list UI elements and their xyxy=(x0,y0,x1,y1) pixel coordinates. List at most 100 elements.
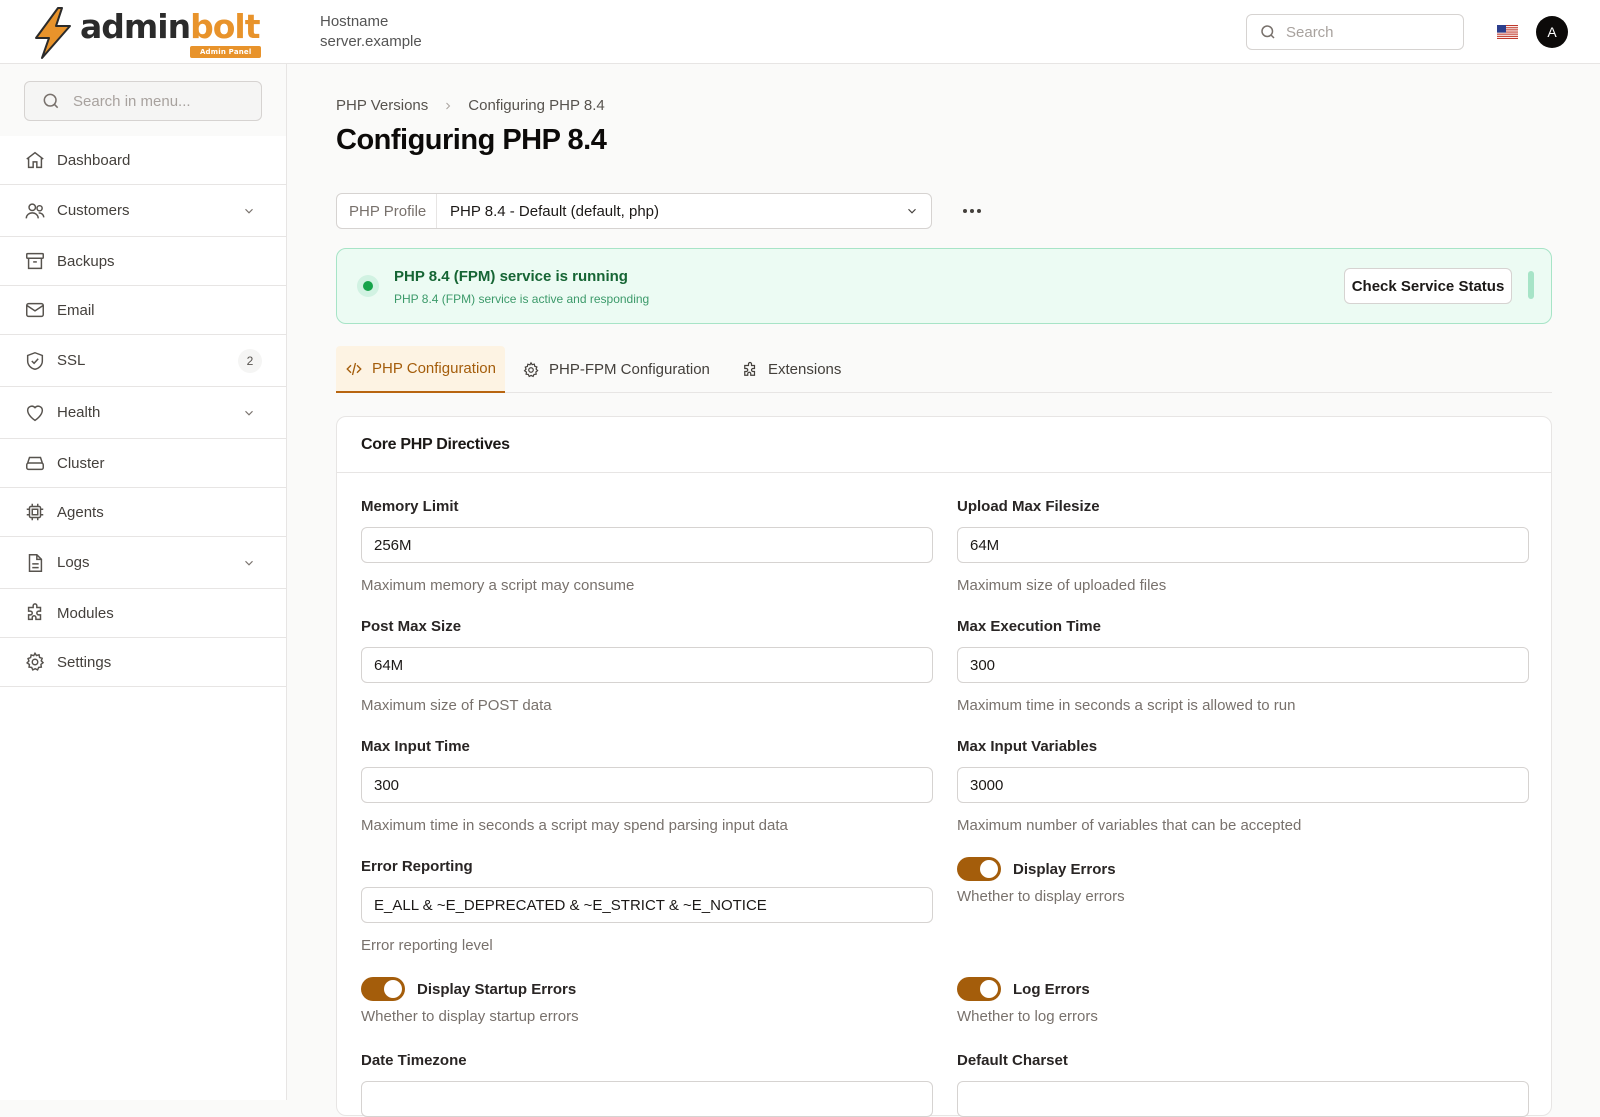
global-search[interactable] xyxy=(1246,14,1464,50)
global-search-input[interactable] xyxy=(1286,23,1446,41)
sidebar-item-ssl[interactable]: SSL 2 xyxy=(0,335,286,387)
sidebar-item-label: Email xyxy=(57,301,95,319)
error-reporting-help: Error reporting level xyxy=(361,937,493,954)
display-startup-errors-field: Display Startup Errors Whether to displa… xyxy=(361,977,933,1027)
log-errors-row: Log Errors xyxy=(957,977,1529,1001)
sidebar-item-modules[interactable]: Modules xyxy=(0,589,286,638)
tab-php-fpm-configuration[interactable]: PHP-FPM Configuration xyxy=(522,346,710,393)
max-execution-time-field: Max Execution Time Maximum time in secon… xyxy=(957,617,1529,716)
code-icon xyxy=(346,362,362,375)
more-options-icon[interactable] xyxy=(960,200,984,222)
max-execution-time-input[interactable] xyxy=(957,647,1529,683)
sidebar-item-label: Backups xyxy=(57,252,115,270)
users-icon xyxy=(25,202,45,218)
default-charset-input[interactable] xyxy=(957,1081,1529,1117)
sidebar-item-logs[interactable]: Logs xyxy=(0,537,286,589)
sidebar-item-settings[interactable]: Settings xyxy=(0,638,286,687)
memory-limit-help: Maximum memory a script may consume xyxy=(361,577,635,594)
upload-max-filesize-help: Maximum size of uploaded files xyxy=(957,577,1167,594)
upload-max-filesize-label: Upload Max Filesize xyxy=(957,498,1100,515)
memory-limit-field: Memory Limit Maximum memory a script may… xyxy=(361,497,933,596)
sidebar-search-wrap xyxy=(0,64,286,136)
display-errors-row: Display Errors xyxy=(957,857,1529,881)
sidebar-search[interactable] xyxy=(24,81,262,121)
php-profile-label: PHP Profile xyxy=(337,194,437,228)
logo-text-admin: admin xyxy=(80,7,191,46)
chevron-down-icon xyxy=(245,410,253,416)
sidebar-item-email[interactable]: Email xyxy=(0,286,286,335)
panel-title: Core PHP Directives xyxy=(337,417,1551,473)
sidebar-item-health[interactable]: Health xyxy=(0,387,286,439)
max-execution-time-help: Maximum time in seconds a script is allo… xyxy=(957,697,1296,714)
memory-limit-input[interactable] xyxy=(361,527,933,563)
puzzle-icon xyxy=(744,361,756,376)
search-icon xyxy=(43,93,59,109)
breadcrumb-current: Configuring PHP 8.4 xyxy=(468,97,605,114)
logo-text-bolt: bolt xyxy=(190,7,260,46)
sidebar-item-label: Cluster xyxy=(57,454,105,472)
gear-icon xyxy=(523,361,539,377)
ssl-count-badge: 2 xyxy=(238,348,262,373)
check-service-status-button[interactable]: Check Service Status xyxy=(1344,268,1512,304)
tab-label: PHP-FPM Configuration xyxy=(549,361,710,378)
status-side-bar xyxy=(1528,271,1534,299)
display-startup-errors-row: Display Startup Errors xyxy=(361,977,933,1001)
display-errors-help: Whether to display errors xyxy=(957,888,1125,905)
max-input-time-help: Maximum time in seconds a script may spe… xyxy=(361,817,788,834)
mail-icon xyxy=(26,302,44,318)
archive-icon xyxy=(26,252,44,270)
post-max-size-label: Post Max Size xyxy=(361,618,462,635)
date-timezone-label: Date Timezone xyxy=(361,1052,467,1069)
date-timezone-field: Date Timezone xyxy=(361,1051,933,1117)
chevron-down-icon xyxy=(245,560,253,566)
tab-label: PHP Configuration xyxy=(372,360,496,377)
sidebar-search-input[interactable] xyxy=(73,92,243,110)
breadcrumb-link-php-versions[interactable]: PHP Versions xyxy=(336,96,428,116)
php-profile-select[interactable]: PHP Profile PHP 8.4 - Default (default, … xyxy=(336,193,932,229)
logo-badge: Admin Panel xyxy=(189,46,262,58)
display-errors-field: Display Errors Whether to display errors xyxy=(957,857,1529,907)
date-timezone-input[interactable] xyxy=(361,1081,933,1117)
upload-max-filesize-field: Upload Max Filesize Maximum size of uplo… xyxy=(957,497,1529,596)
error-reporting-label: Error Reporting xyxy=(361,858,473,875)
upload-max-filesize-input[interactable] xyxy=(957,527,1529,563)
us-flag-icon[interactable] xyxy=(1497,25,1518,39)
post-max-size-field: Post Max Size Maximum size of POST data xyxy=(361,617,933,716)
sidebar-item-customers[interactable]: Customers xyxy=(0,185,286,237)
server-stack-icon xyxy=(26,456,44,471)
sidebar-item-backups[interactable]: Backups xyxy=(0,237,286,286)
shield-check-icon xyxy=(26,351,44,370)
sidebar-item-cluster[interactable]: Cluster xyxy=(0,439,286,488)
service-status-card: PHP 8.4 (FPM) service is running PHP 8.4… xyxy=(336,248,1552,324)
max-input-time-input[interactable] xyxy=(361,767,933,803)
puzzle-icon xyxy=(27,603,42,621)
sidebar-item-label: Customers xyxy=(57,202,130,219)
tab-php-configuration[interactable]: PHP Configuration xyxy=(336,346,505,393)
memory-limit-label: Memory Limit xyxy=(361,498,459,515)
status-title: PHP 8.4 (FPM) service is running xyxy=(394,268,628,285)
default-charset-label: Default Charset xyxy=(957,1052,1068,1069)
default-charset-field: Default Charset xyxy=(957,1051,1529,1117)
config-tabs: PHP Configuration PHP-FPM Configuration … xyxy=(336,346,1552,393)
tab-extensions[interactable]: Extensions xyxy=(741,346,841,393)
sidebar-item-label: Modules xyxy=(57,604,114,622)
logo[interactable]: adminbolt Admin Panel xyxy=(30,6,262,60)
sidebar-item-dashboard[interactable]: Dashboard xyxy=(0,136,286,185)
post-max-size-input[interactable] xyxy=(361,647,933,683)
max-execution-time-label: Max Execution Time xyxy=(957,618,1101,635)
max-input-vars-input[interactable] xyxy=(957,767,1529,803)
sidebar-item-label: Logs xyxy=(57,554,90,571)
heart-icon xyxy=(26,404,44,421)
avatar[interactable]: A xyxy=(1536,16,1568,48)
log-errors-toggle[interactable] xyxy=(957,977,1001,1001)
log-errors-field: Log Errors Whether to log errors xyxy=(957,977,1529,1027)
error-reporting-input[interactable] xyxy=(361,887,933,923)
tab-label: Extensions xyxy=(768,361,842,378)
breadcrumb: PHP Versions Configuring PHP 8.4 xyxy=(336,96,605,116)
max-input-time-field: Max Input Time Maximum time in seconds a… xyxy=(361,737,933,836)
php-profile-value[interactable]: PHP 8.4 - Default (default, php) xyxy=(437,203,905,220)
display-errors-toggle[interactable] xyxy=(957,857,1001,881)
display-startup-errors-toggle[interactable] xyxy=(361,977,405,1001)
core-php-directives-panel: Core PHP Directives Memory Limit Maximum… xyxy=(336,416,1552,1117)
sidebar-item-agents[interactable]: Agents xyxy=(0,488,286,537)
